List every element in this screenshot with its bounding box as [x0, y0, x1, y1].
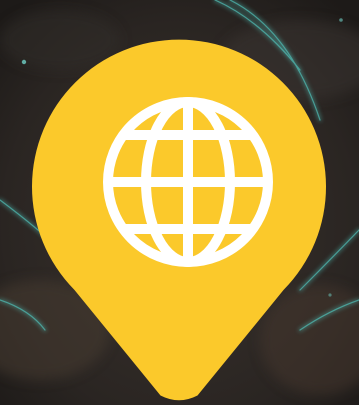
globe-icon: [103, 97, 273, 267]
map-marker-graphic: [0, 0, 359, 405]
map-pin-shape: [31, 39, 326, 401]
map-pin-icon: [31, 39, 326, 401]
